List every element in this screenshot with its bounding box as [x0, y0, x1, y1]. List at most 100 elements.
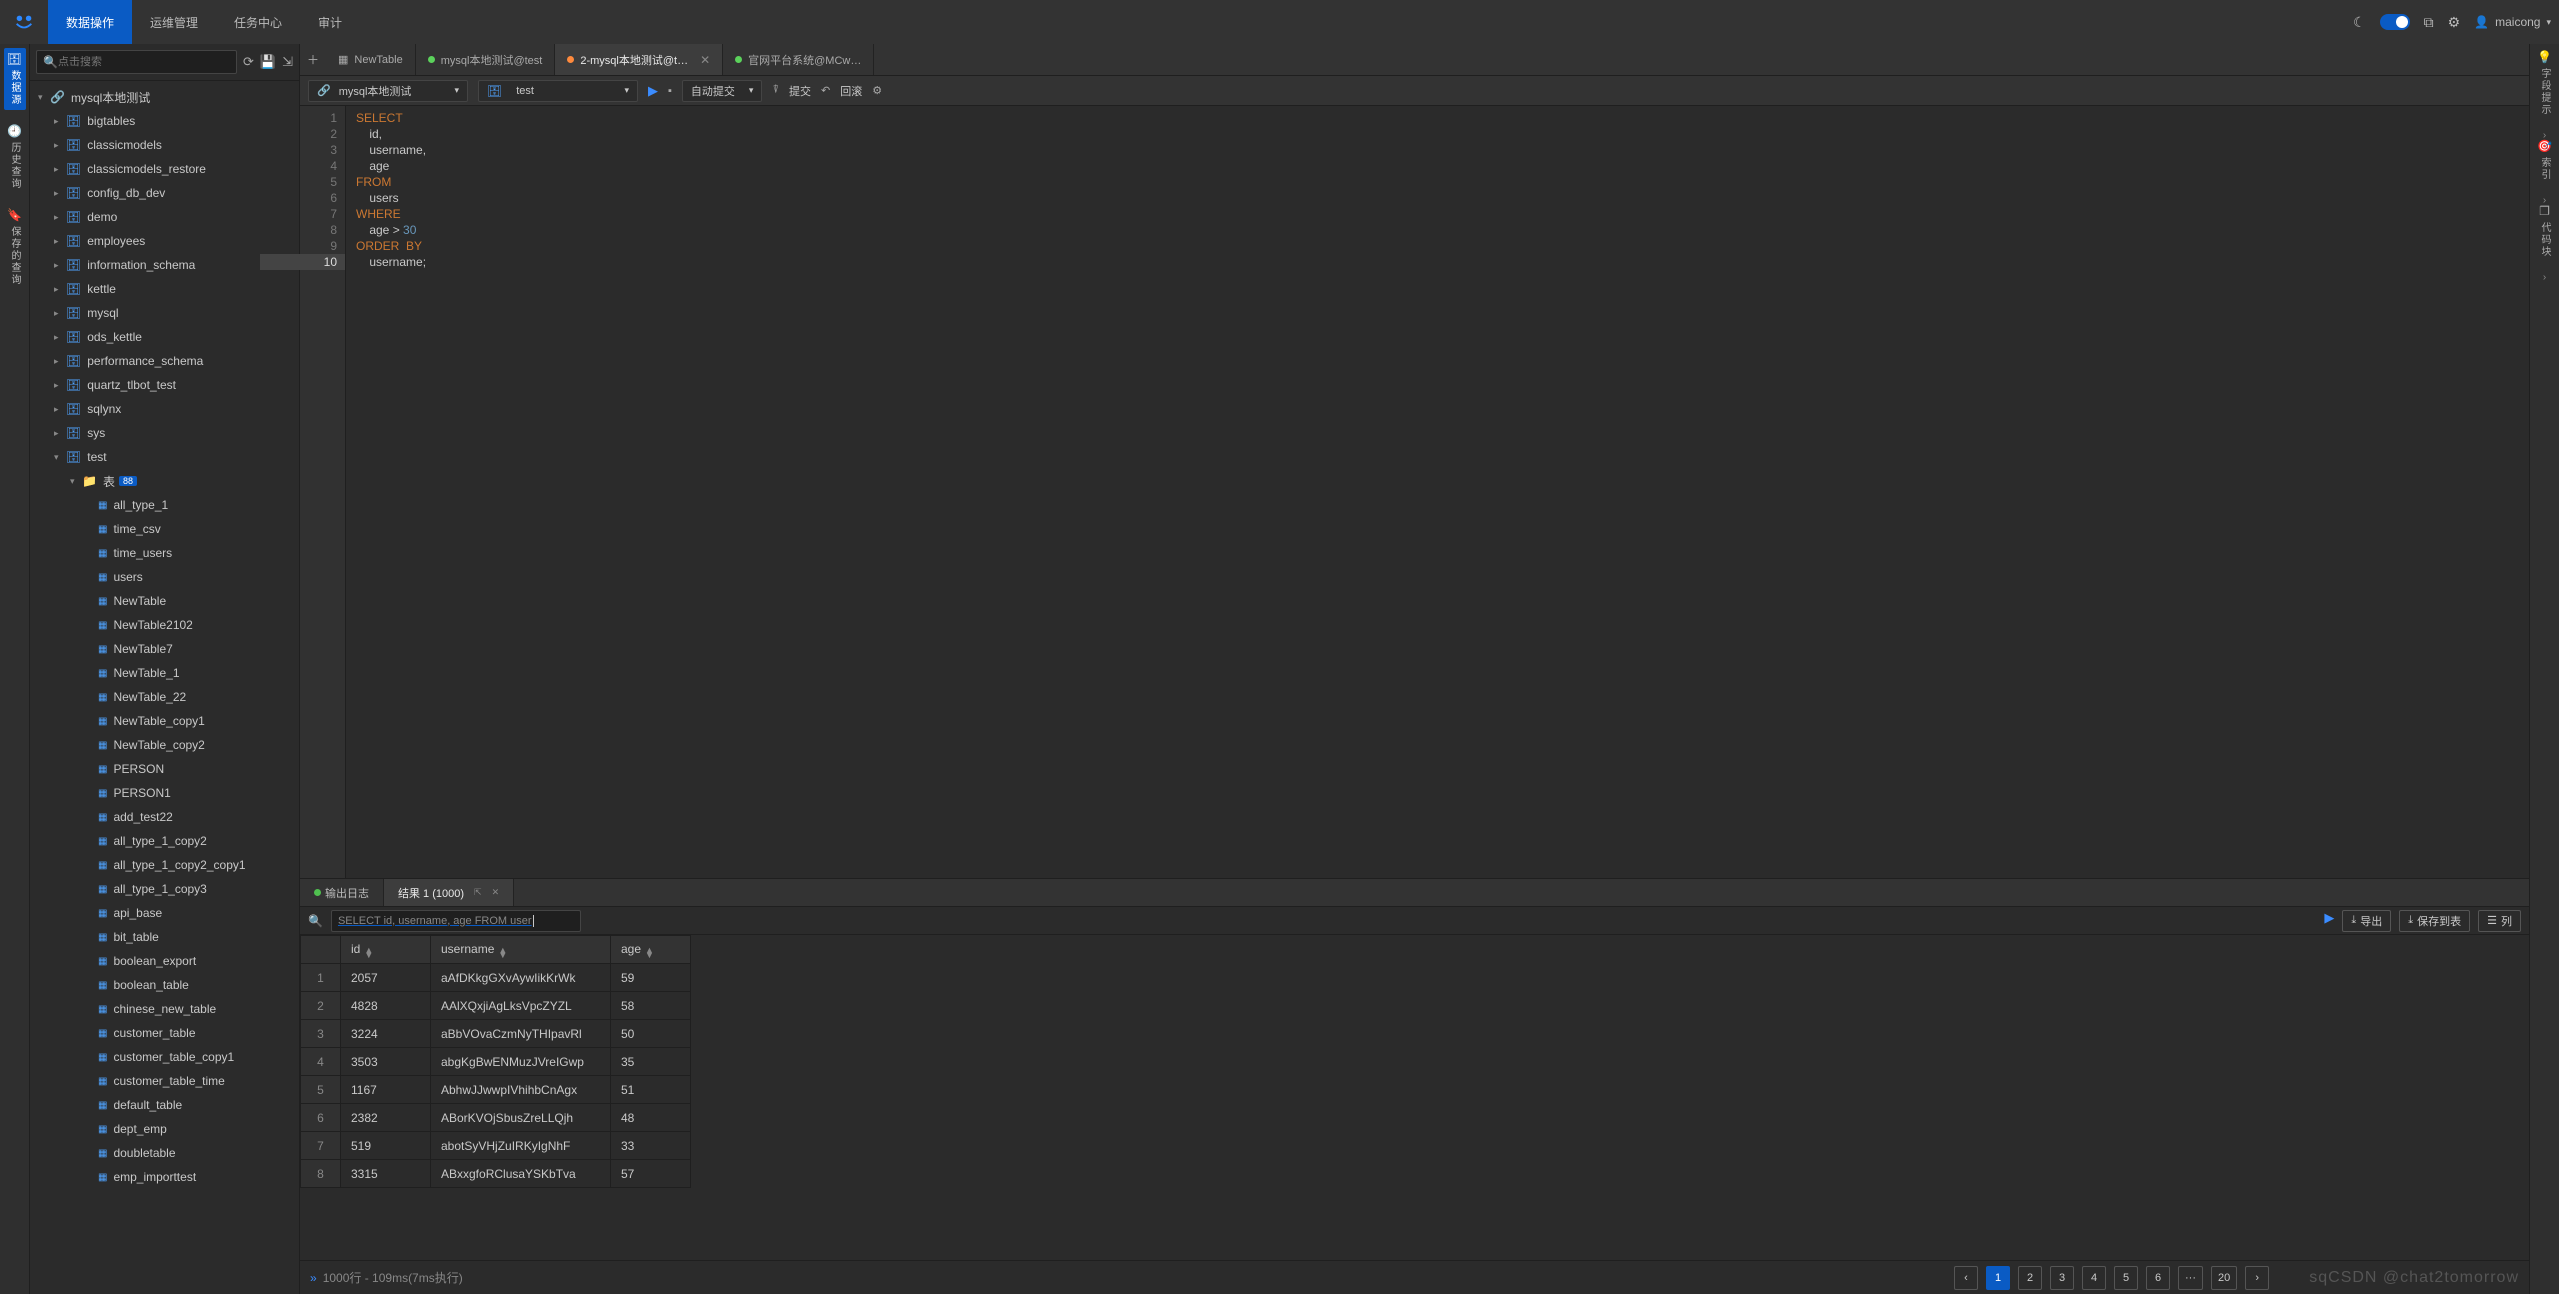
cell-age[interactable]: 50: [611, 1020, 691, 1048]
page-button[interactable]: ···: [2178, 1266, 2203, 1290]
tree-item[interactable]: ▦boolean_table: [30, 973, 299, 997]
editor-tab[interactable]: ▦NewTable: [326, 44, 416, 75]
page-button[interactable]: 2: [2018, 1266, 2042, 1290]
tree-item[interactable]: ▦chinese_new_table: [30, 997, 299, 1021]
page-next[interactable]: ›: [2245, 1266, 2269, 1290]
tree-item[interactable]: ▸🗄classicmodels: [30, 133, 299, 157]
tree-item[interactable]: ▦NewTable: [30, 589, 299, 613]
sort-icon[interactable]: ▲▼: [498, 948, 507, 958]
cell-username[interactable]: abgKgBwENMuzJVreIGwp: [431, 1048, 611, 1076]
nav-tab-3[interactable]: 审计: [300, 0, 360, 44]
page-button[interactable]: 4: [2082, 1266, 2106, 1290]
tree-item[interactable]: ▦users: [30, 565, 299, 589]
tree-item[interactable]: ▦bit_table: [30, 925, 299, 949]
search-icon[interactable]: 🔍: [308, 914, 323, 928]
tree-item[interactable]: ▸🗄sqlynx: [30, 397, 299, 421]
cell-age[interactable]: 57: [611, 1160, 691, 1188]
table-row[interactable]: 24828AAlXQxjiAgLksVpcZYZL58: [301, 992, 691, 1020]
sort-icon[interactable]: ▲▼: [645, 948, 654, 958]
page-prev[interactable]: ‹: [1954, 1266, 1978, 1290]
tree-item[interactable]: ▦customer_table: [30, 1021, 299, 1045]
tree-item[interactable]: ▸🗄mysql: [30, 301, 299, 325]
rail-bookmark-icon[interactable]: 🔖保存的查询: [4, 204, 26, 290]
column-header[interactable]: username▲▼: [431, 936, 611, 964]
tree-item[interactable]: ▦NewTable_22: [30, 685, 299, 709]
cell-username[interactable]: ABxxgfoRClusaYSKbTva: [431, 1160, 611, 1188]
cell-username[interactable]: abotSyVHjZuIRKyIgNhF: [431, 1132, 611, 1160]
rrail-code-block-icon[interactable]: ❐代码块›: [2537, 204, 2552, 269]
tree-item[interactable]: ▦dept_emp: [30, 1117, 299, 1141]
tree-item[interactable]: ▸🗄sys: [30, 421, 299, 445]
page-button[interactable]: 20: [2211, 1266, 2237, 1290]
cell-age[interactable]: 33: [611, 1132, 691, 1160]
tree-item[interactable]: ▦customer_table_copy1: [30, 1045, 299, 1069]
results-search[interactable]: SELECT id, username, age FROM user: [331, 910, 581, 932]
tree-item[interactable]: ▦api_base: [30, 901, 299, 925]
rrail-lightbulb-icon[interactable]: 💡字段提示›: [2537, 50, 2552, 127]
cell-id[interactable]: 3224: [341, 1020, 431, 1048]
tree-item[interactable]: ▦NewTable_copy1: [30, 709, 299, 733]
run-button[interactable]: ▶: [648, 83, 658, 99]
tree-item[interactable]: ▸🗄demo: [30, 205, 299, 229]
column-header[interactable]: id▲▼: [341, 936, 431, 964]
tree-item[interactable]: ▦PERSON: [30, 757, 299, 781]
tree-item[interactable]: ▾🗄test: [30, 445, 299, 469]
editor-tab[interactable]: 2-mysql本地测试@t…✕: [555, 44, 723, 75]
sidebar-search-input[interactable]: [58, 56, 230, 68]
cell-id[interactable]: 3503: [341, 1048, 431, 1076]
log-tab[interactable]: 输出日志: [300, 879, 384, 906]
tree-item[interactable]: ▸🗄quartz_tlbot_test: [30, 373, 299, 397]
tree-item[interactable]: ▦doubletable: [30, 1141, 299, 1165]
tree-item[interactable]: ▦all_type_1_copy3: [30, 877, 299, 901]
tree-item[interactable]: ▸🗄performance_schema: [30, 349, 299, 373]
nav-tab-2[interactable]: 任务中心: [216, 0, 300, 44]
cell-username[interactable]: aAfDKkgGXvAywIikKrWk: [431, 964, 611, 992]
tree-item[interactable]: ▾📁表88: [30, 469, 299, 493]
cell-age[interactable]: 59: [611, 964, 691, 992]
column-header[interactable]: age▲▼: [611, 936, 691, 964]
tree-item[interactable]: ▸🗄kettle: [30, 277, 299, 301]
rail-history-icon[interactable]: 🕘历史查询: [4, 120, 26, 194]
cell-age[interactable]: 51: [611, 1076, 691, 1104]
commit-button[interactable]: 提交: [789, 83, 811, 99]
nav-tab-0[interactable]: 数据操作: [48, 0, 132, 44]
settings-icon[interactable]: ⚙: [872, 84, 882, 97]
tree-item[interactable]: ▦all_type_1_copy2: [30, 829, 299, 853]
results-grid[interactable]: id▲▼username▲▼age▲▼12057aAfDKkgGXvAywIik…: [300, 935, 2529, 1260]
table-row[interactable]: 43503abgKgBwENMuzJVreIGwp35: [301, 1048, 691, 1076]
theme-moon-icon[interactable]: ☾: [2353, 14, 2366, 31]
tree-item[interactable]: ▾🔗mysql本地测试: [30, 85, 299, 109]
cell-id[interactable]: 519: [341, 1132, 431, 1160]
cell-age[interactable]: 58: [611, 992, 691, 1020]
table-row[interactable]: 33224aBbVOvaCzmNyTHIpavRl50: [301, 1020, 691, 1048]
cell-username[interactable]: AbhwJJwwpIVhihbCnAgx: [431, 1076, 611, 1104]
columns-button[interactable]: ☰列: [2478, 910, 2521, 932]
table-row[interactable]: 51167AbhwJJwwpIVhihbCnAgx51: [301, 1076, 691, 1104]
page-button[interactable]: 6: [2146, 1266, 2170, 1290]
collapse-icon[interactable]: ⇲: [282, 54, 293, 70]
cell-id[interactable]: 1167: [341, 1076, 431, 1104]
tree-item[interactable]: ▸🗄employees: [30, 229, 299, 253]
rail-database-icon[interactable]: 🗄数据源: [4, 48, 26, 110]
tree-item[interactable]: ▦all_type_1_copy2_copy1: [30, 853, 299, 877]
database-dropdown[interactable]: 🗄 test ▾: [478, 80, 638, 102]
nav-tab-1[interactable]: 运维管理: [132, 0, 216, 44]
sql-editor[interactable]: 12345678910 SELECT id, username, ageFROM…: [300, 106, 2529, 878]
cell-age[interactable]: 48: [611, 1104, 691, 1132]
tree-item[interactable]: ▦customer_table_time: [30, 1069, 299, 1093]
editor-tab[interactable]: 官网平台系统@MCw…: [723, 44, 874, 75]
tree-item[interactable]: ▦time_users: [30, 541, 299, 565]
export-button[interactable]: ⤓导出: [2342, 910, 2391, 932]
close-icon[interactable]: ✕: [492, 887, 500, 898]
sort-icon[interactable]: ▲▼: [364, 948, 373, 958]
tree-item[interactable]: ▦NewTable_copy2: [30, 733, 299, 757]
table-row[interactable]: 83315ABxxgfoRClusaYSKbTva57: [301, 1160, 691, 1188]
table-row[interactable]: 12057aAfDKkgGXvAywIikKrWk59: [301, 964, 691, 992]
tree-item[interactable]: ▦time_csv: [30, 517, 299, 541]
tree-item[interactable]: ▸🗄information_schema: [30, 253, 299, 277]
cell-username[interactable]: ABorKVOjSbusZreLLQjh: [431, 1104, 611, 1132]
cell-id[interactable]: 2382: [341, 1104, 431, 1132]
refresh-icon[interactable]: ⟳: [243, 54, 254, 70]
theme-toggle[interactable]: [2380, 14, 2410, 30]
tree-item[interactable]: ▦emp_importtest: [30, 1165, 299, 1189]
